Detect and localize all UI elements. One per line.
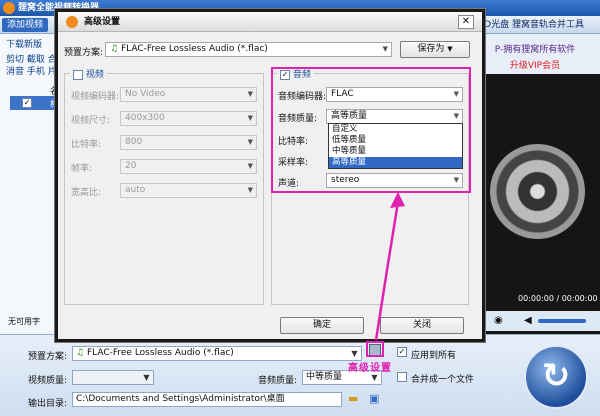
video-size-select[interactable]: 400x300 ▼ (120, 111, 257, 126)
merge-label: 合并成一个文件 (411, 375, 475, 385)
download-new-link[interactable]: 下载新版 (6, 37, 42, 50)
video-group-header: 视频 (70, 67, 107, 80)
vip-ad-line1: P-拥有狸窝所有软件 (494, 45, 576, 55)
framerate-value: 20 (125, 161, 137, 171)
player-controls: ◉ ◀ (470, 311, 600, 331)
dialog-logo-icon (66, 16, 78, 28)
dialog-title: 高级设置 (84, 17, 121, 27)
output-dir-value: C:\Documents and Settings\Administrator\… (76, 394, 285, 404)
aspect-label: 宽高比: (71, 188, 102, 198)
bottom-preset-select[interactable]: ♫ FLAC-Free Lossless Audio (*.flac) ▼ (72, 346, 362, 361)
vip-ad-line2: 升级VIP会员 (509, 61, 561, 71)
apply-all-label: 应用到所有 (411, 351, 457, 361)
apply-all-checkbox[interactable]: ✓ (397, 347, 407, 357)
output-dir-label: 输出目录: (28, 399, 68, 409)
chevron-down-icon: ▼ (447, 45, 453, 53)
chevron-down-icon: ▼ (247, 90, 253, 98)
video-checkbox[interactable] (73, 69, 83, 80)
chevron-down-icon[interactable]: ▼ (140, 371, 153, 384)
folder-icon[interactable]: ▬ (348, 392, 358, 405)
refresh-icon: ↻ (541, 356, 571, 396)
tools-links[interactable]: 消音 手机 片 (6, 64, 57, 77)
music-icon: ♫ (76, 348, 87, 358)
video-bitrate-value: 800 (125, 137, 143, 147)
convert-button[interactable]: ↻ (524, 345, 588, 409)
chevron-down-icon[interactable]: ▼ (383, 43, 388, 56)
framerate-select[interactable]: 20 ▼ (120, 159, 257, 174)
volume-slider[interactable] (538, 319, 586, 323)
add-video-button[interactable]: 添加视频 (2, 18, 49, 32)
camera-icon[interactable]: ◉ (494, 315, 503, 326)
time-display: 00:00:00 / 00:00:00 (518, 294, 598, 303)
music-icon: ♫ (110, 44, 121, 54)
preset-value: FLAC-Free Lossless Audio (*.flac) (120, 44, 268, 54)
video-encoder-label: 视频编码器: (71, 92, 120, 102)
bottom-preset-label: 预置方案: (28, 352, 68, 362)
save-as-button[interactable]: 保存为 ▼ (400, 41, 470, 58)
volume-icon[interactable]: ◀ (524, 315, 532, 326)
save-as-label: 保存为 (417, 44, 445, 54)
video-size-value: 400x300 (125, 113, 165, 123)
annotation-arrow (374, 192, 405, 341)
aspect-select[interactable]: auto ▼ (120, 183, 257, 198)
merge-checkbox[interactable] (397, 372, 407, 382)
video-group-title: 视频 (85, 70, 104, 80)
chevron-down-icon: ▼ (247, 186, 253, 194)
video-bitrate-label: 比特率: (71, 140, 102, 150)
preset-label: 预置方案: (64, 48, 104, 58)
open-folder-icon[interactable]: ▣ (369, 392, 379, 405)
file-checkbox[interactable]: ✓ (22, 98, 32, 108)
framerate-label: 帧率: (71, 164, 93, 174)
video-encoder-value: No Video (125, 89, 166, 99)
preset-select[interactable]: ♫ FLAC-Free Lossless Audio (*.flac) ▼ (105, 42, 392, 57)
no-subtitle-label: 无可用字 (8, 317, 40, 326)
chevron-down-icon: ▼ (247, 114, 253, 122)
preview-panel: P-拥有狸窝所有软件 升级VIP会员 00:00:00 / 00:00:00 (470, 34, 600, 334)
ok-button[interactable]: 确定 (280, 317, 364, 334)
app-logo-icon (3, 2, 15, 14)
chevron-down-icon: ▼ (247, 138, 253, 146)
video-size-label: 视频尺寸: (71, 116, 111, 126)
video-encoder-select[interactable]: No Video ▼ (120, 87, 257, 102)
audio-quality-value: 中等质量 (306, 372, 343, 382)
right-toolbar-links[interactable]: VD光盘 狸窝音轨合并工具 (478, 18, 584, 32)
chevron-down-icon: ▼ (247, 162, 253, 170)
vip-ad[interactable]: P-拥有狸窝所有软件 升级VIP会员 (470, 34, 600, 74)
dialog-title-bar: 高级设置 (58, 12, 482, 32)
audio-quality-label: 音频质量: (258, 376, 298, 386)
close-icon[interactable]: ✕ (458, 15, 474, 29)
output-dir-input[interactable]: C:\Documents and Settings\Administrator\… (72, 392, 342, 407)
video-bitrate-select[interactable]: 800 ▼ (120, 135, 257, 150)
left-panel: 下载新版 剪切 截取 合 消音 手机 片 名 (0, 34, 60, 334)
film-reel-image (490, 144, 585, 239)
annotation-highlight-box (271, 67, 471, 193)
video-quality-select[interactable]: ▼ (72, 370, 154, 385)
aspect-value: auto (125, 185, 146, 195)
annotation-label: 高级设置 (348, 363, 392, 374)
bottom-preset-value: FLAC-Free Lossless Audio (*.flac) (86, 348, 234, 358)
video-quality-label: 视频质量: (28, 376, 68, 386)
